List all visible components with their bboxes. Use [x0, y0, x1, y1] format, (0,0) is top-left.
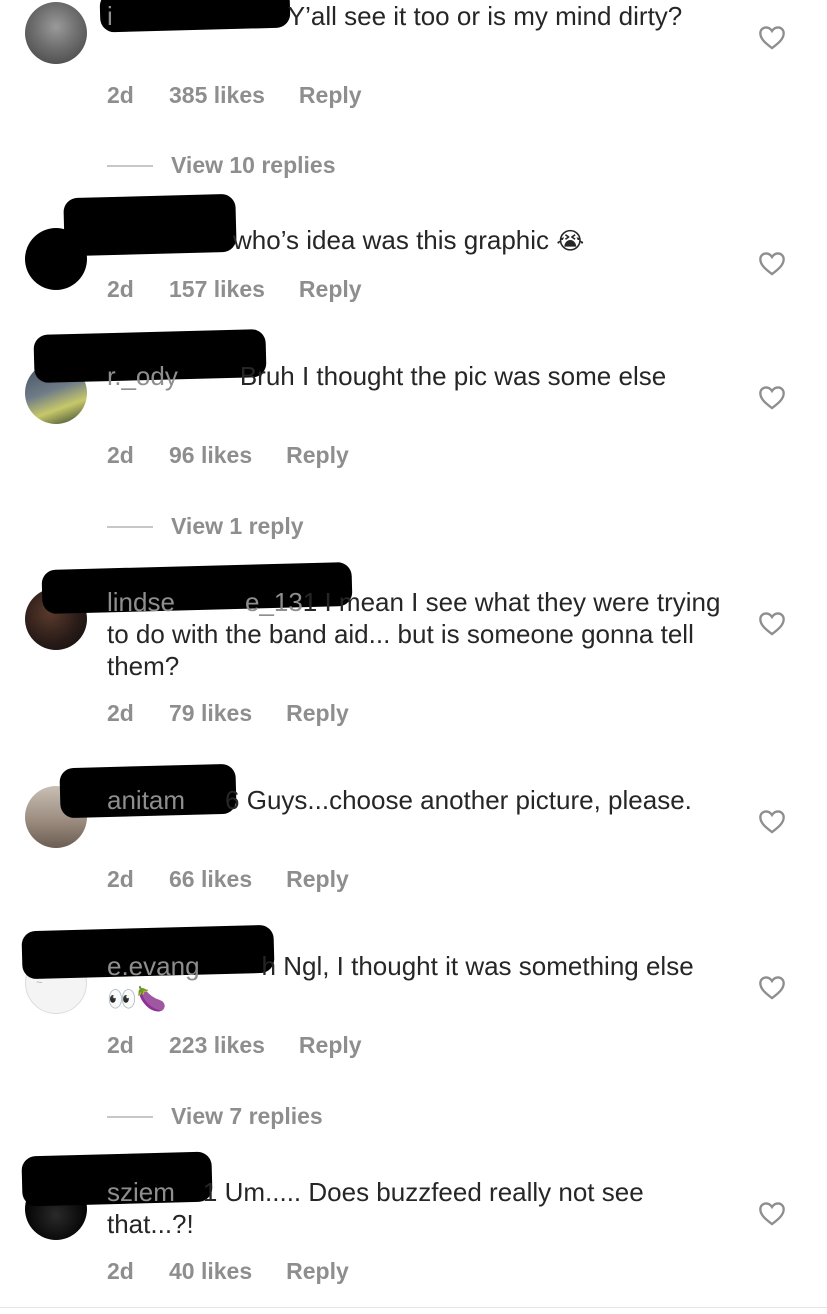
comment-body: h Ngl, I thought it was something else: [261, 951, 694, 981]
avatar[interactable]: [25, 2, 87, 64]
comment-time[interactable]: 2d: [107, 866, 169, 893]
comment-body: 6 Guys...choose another picture, please.: [225, 785, 692, 815]
comment-likes[interactable]: 96 likes: [169, 442, 252, 469]
comment-time[interactable]: 2d: [107, 700, 169, 727]
heart-outline-icon[interactable]: [758, 1200, 786, 1226]
comment-meta: 2d 96 likes Reply: [107, 442, 349, 469]
comment-likes[interactable]: 157 likes: [169, 276, 265, 303]
comment-text: lindse e_131 I mean I see what they were …: [107, 586, 727, 682]
comment-time[interactable]: 2d: [107, 1258, 169, 1285]
comment-text: sziem 1 Um..... Does buzzfeed really not …: [107, 1176, 727, 1240]
reply-button[interactable]: Reply: [286, 1258, 349, 1285]
comment-username[interactable]: e.evang: [107, 951, 200, 981]
comment-text: r._ody Bruh I thought the pic was some el…: [107, 360, 727, 392]
view-replies-button[interactable]: View 1 reply: [107, 513, 304, 540]
heart-outline-icon[interactable]: [758, 974, 786, 1000]
comment-username[interactable]: sziem: [107, 1177, 175, 1207]
comment-username[interactable]: r._ody: [107, 361, 178, 391]
comment-username[interactable]: lindse: [107, 587, 175, 617]
comment-meta: 2d 66 likes Reply: [107, 866, 349, 893]
comment-body: 1 I mean I see what they were trying to …: [107, 587, 721, 681]
comment-text: who’s idea was this graphic 😭: [233, 224, 733, 258]
eyes-eggplant-emoji: 👀🍆: [107, 986, 167, 1013]
reply-button[interactable]: Reply: [286, 442, 349, 469]
comment-text: anitam 6 Guys...choose another picture, p…: [107, 784, 727, 816]
comment-body: Bruh I thought the pic was some else: [239, 361, 667, 391]
replies-divider: [107, 1115, 153, 1118]
comment-time[interactable]: 2d: [107, 442, 169, 469]
comment-username[interactable]: i: [107, 1, 113, 31]
comment-time[interactable]: 2d: [107, 1032, 169, 1059]
heart-outline-icon[interactable]: [758, 250, 786, 276]
reply-button[interactable]: Reply: [286, 700, 349, 727]
view-replies-label[interactable]: View 1 reply: [171, 513, 304, 540]
view-replies-label[interactable]: View 7 replies: [171, 1103, 323, 1130]
comment-text: e.evang h Ngl, I thought it was something…: [107, 950, 727, 1016]
reply-button[interactable]: Reply: [286, 866, 349, 893]
reply-button[interactable]: Reply: [299, 276, 362, 303]
heart-outline-icon[interactable]: [758, 610, 786, 636]
heart-outline-icon[interactable]: [758, 24, 786, 50]
comment-likes[interactable]: 385 likes: [169, 82, 265, 109]
crying-face-emoji: 😭: [556, 228, 585, 255]
comment-meta: 2d 79 likes Reply: [107, 700, 349, 727]
comment-meta: 2d 385 likes Reply: [107, 82, 362, 109]
view-replies-button[interactable]: View 7 replies: [107, 1103, 323, 1130]
bottom-divider: [0, 1307, 827, 1308]
comment-likes[interactable]: 66 likes: [169, 866, 252, 893]
comment-body: Y’all see it too or is my mind dirty?: [287, 1, 683, 31]
comment-time[interactable]: 2d: [107, 276, 169, 303]
replies-divider: [107, 164, 153, 167]
comment-text: i Y’all see it too or is my mind dirty?: [107, 0, 727, 32]
comment-likes[interactable]: 223 likes: [169, 1032, 265, 1059]
view-replies-label[interactable]: View 10 replies: [171, 152, 336, 179]
reply-button[interactable]: Reply: [299, 82, 362, 109]
comment-meta: 2d 40 likes Reply: [107, 1258, 349, 1285]
view-replies-button[interactable]: View 10 replies: [107, 152, 336, 179]
comment-username[interactable]: anitam: [107, 785, 185, 815]
comment-meta: 2d 157 likes Reply: [107, 276, 362, 303]
comment-username-tail[interactable]: e_13: [245, 587, 303, 617]
heart-outline-icon[interactable]: [758, 384, 786, 410]
reply-button[interactable]: Reply: [299, 1032, 362, 1059]
comment-time[interactable]: 2d: [107, 82, 169, 109]
redaction-scribble: [63, 193, 237, 257]
comment-meta: 2d 223 likes Reply: [107, 1032, 362, 1059]
comment-body: who’s idea was this graphic: [233, 225, 550, 255]
comment-likes[interactable]: 79 likes: [169, 700, 252, 727]
heart-outline-icon[interactable]: [758, 808, 786, 834]
replies-divider: [107, 525, 153, 528]
comment-likes[interactable]: 40 likes: [169, 1258, 252, 1285]
comment-body: 1 Um..... Does buzzfeed really not see t…: [107, 1177, 644, 1239]
